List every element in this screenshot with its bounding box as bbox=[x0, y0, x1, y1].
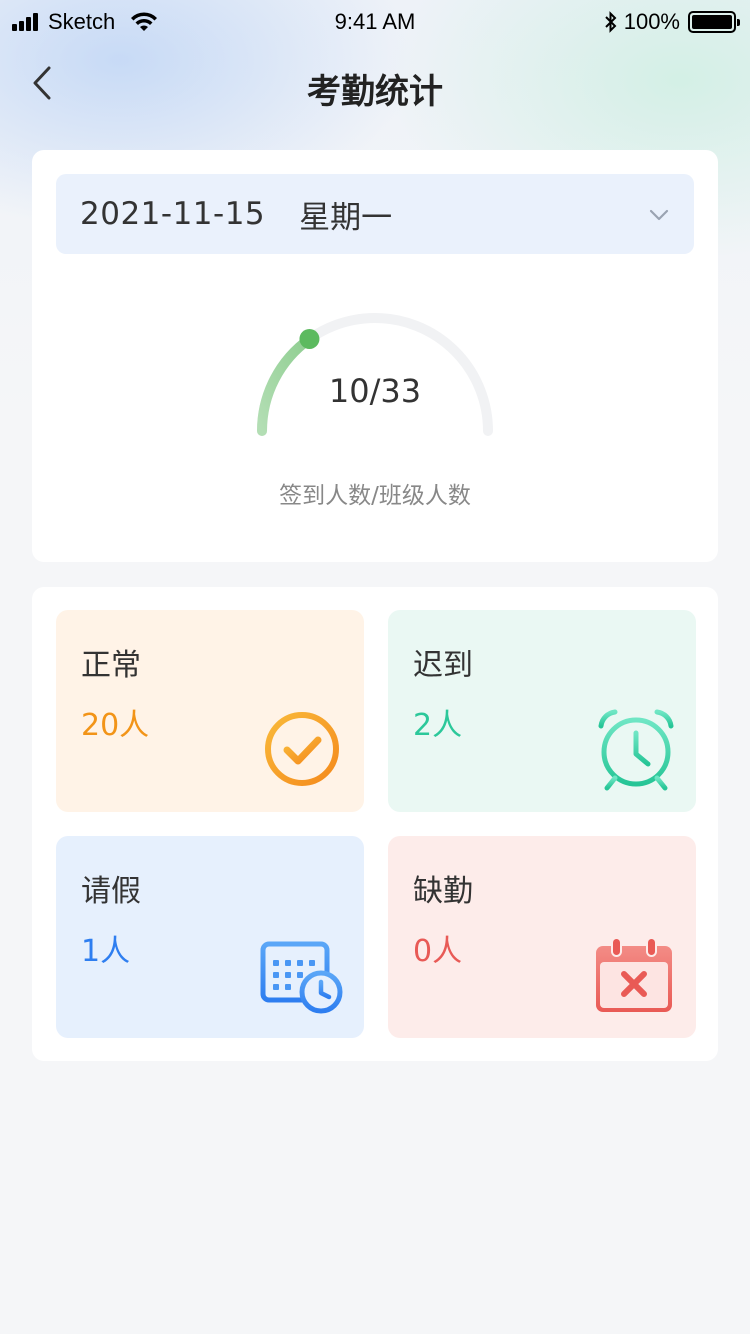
stat-tile-absent[interactable]: 缺勤 0人 bbox=[388, 836, 696, 1038]
weekday-text: 星期一 bbox=[299, 199, 393, 236]
stat-label-absent: 缺勤 bbox=[413, 874, 473, 909]
alarm-clock-icon bbox=[598, 709, 674, 791]
status-right: 100% bbox=[604, 9, 740, 35]
bluetooth-icon bbox=[605, 11, 617, 33]
gauge-indicator-dot bbox=[299, 328, 320, 349]
stat-count-normal: 20人 bbox=[81, 708, 150, 743]
stat-tile-normal[interactable]: 正常 20人 bbox=[56, 610, 364, 812]
stat-tile-late[interactable]: 迟到 2人 bbox=[388, 610, 696, 812]
calendar-clock-icon bbox=[260, 934, 343, 1014]
check-circle-icon bbox=[265, 712, 339, 786]
battery-percent: 100% bbox=[623, 9, 680, 34]
date-text: 2021-11-15 bbox=[80, 196, 266, 232]
date-dropdown[interactable]: 2021-11-15 星期一 bbox=[56, 174, 694, 254]
status-bar: Sketch 9:41 AM 100% bbox=[0, 0, 750, 44]
stat-label-leave: 请假 bbox=[81, 874, 141, 909]
nav-bar: 考勤统计 bbox=[0, 50, 750, 116]
stat-tile-leave[interactable]: 请假 1人 bbox=[56, 836, 364, 1038]
page-title: 考勤统计 bbox=[307, 72, 443, 112]
summary-card: 2021-11-15 星期一 10/33 签到人数/班级人数 bbox=[32, 150, 718, 562]
gauge-value: 10/33 bbox=[328, 372, 422, 410]
stat-count-absent: 0人 bbox=[413, 934, 463, 969]
calendar-x-icon bbox=[596, 937, 672, 1012]
battery-icon bbox=[688, 11, 740, 33]
stat-count-leave: 1人 bbox=[81, 934, 131, 969]
stats-card: 正常 20人 迟到 2人 请假 1人 缺勤 0人 bbox=[32, 587, 718, 1061]
stat-count-late: 2人 bbox=[413, 708, 463, 743]
stat-label-normal: 正常 bbox=[81, 648, 141, 683]
gauge-caption: 签到人数/班级人数 bbox=[279, 483, 471, 509]
chevron-down-icon bbox=[649, 209, 669, 221]
stat-label-late: 迟到 bbox=[413, 648, 473, 683]
